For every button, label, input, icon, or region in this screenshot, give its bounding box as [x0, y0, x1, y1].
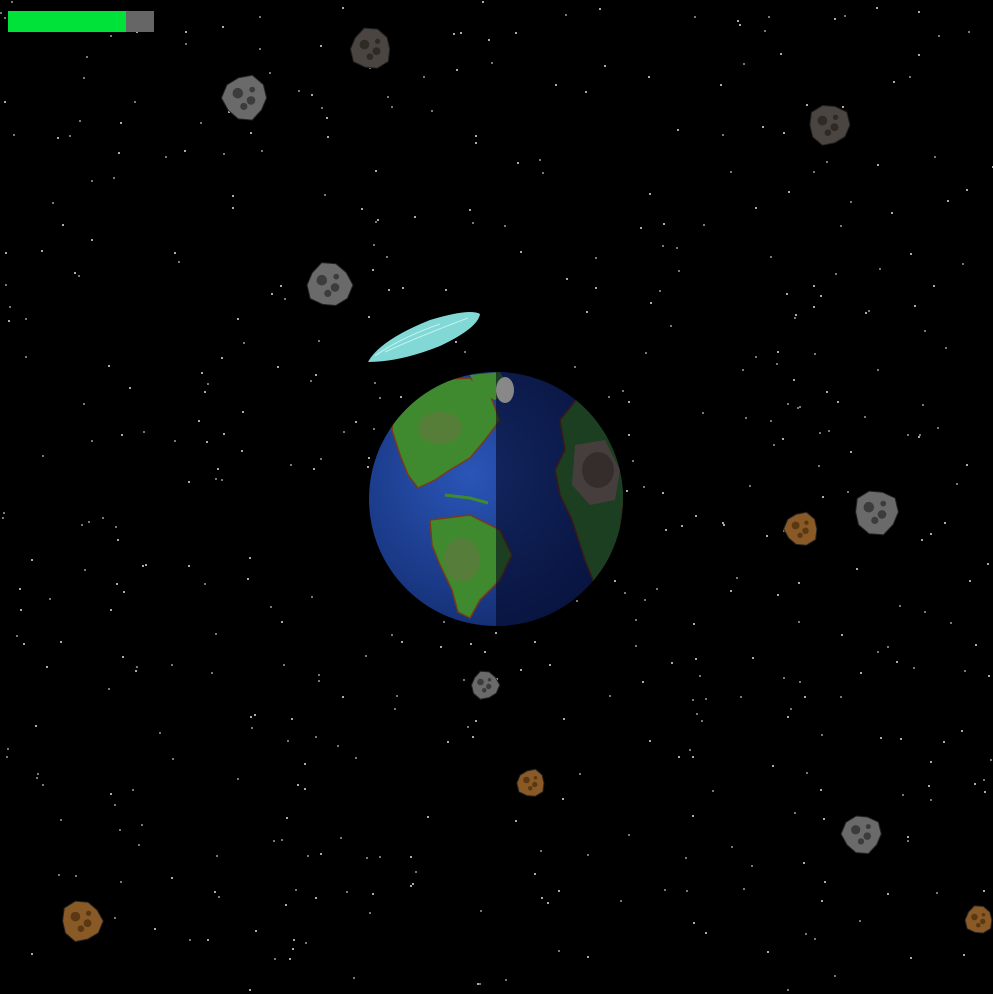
- rock-gray-asteroid: [855, 490, 899, 536]
- rock-gray-asteroid: [306, 262, 354, 307]
- rock-dark-asteroid: [349, 27, 391, 69]
- player-shield-paddle[interactable]: [368, 312, 480, 362]
- rock-brown-asteroid: [964, 905, 993, 934]
- rock-brown-asteroid: [783, 511, 818, 546]
- rock-brown-asteroid: [62, 900, 104, 943]
- rock-gray-asteroid: [470, 670, 501, 700]
- rock-gray-asteroid: [840, 815, 882, 855]
- health-bar-fill: [8, 11, 127, 32]
- rock-gray-asteroid: [220, 74, 268, 121]
- space-scene[interactable]: [0, 0, 993, 994]
- rock-dark-asteroid: [809, 104, 851, 146]
- health-bar: [8, 11, 154, 32]
- rock-brown-asteroid: [516, 768, 545, 797]
- earth-planet: [369, 372, 623, 626]
